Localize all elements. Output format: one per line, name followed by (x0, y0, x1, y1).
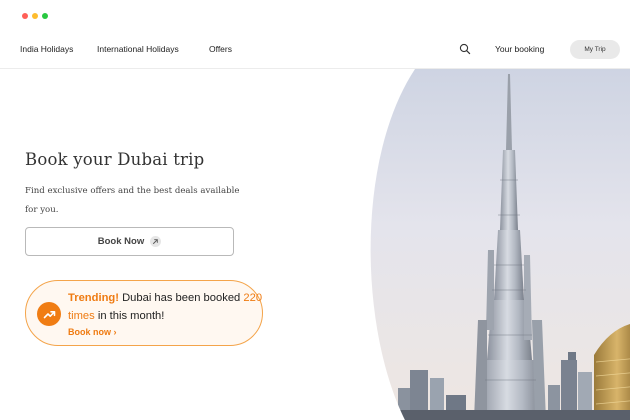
my-trip-button[interactable]: My Trip (570, 40, 620, 59)
hero-subtitle: Find exclusive offers and the best deals… (25, 186, 240, 215)
nav-link-international-holidays[interactable]: International Holidays (97, 44, 179, 54)
trending-message: Trending! Dubai has been booked 220 time… (68, 289, 263, 325)
page-title: Book your Dubai trip (25, 150, 205, 169)
arrow-up-right-icon (150, 236, 162, 247)
window-titlebar (0, 0, 630, 32)
your-booking-link[interactable]: Your booking (495, 44, 544, 54)
window-minimize-button[interactable] (32, 13, 38, 19)
window-maximize-button[interactable] (42, 13, 48, 19)
top-navigation: India Holidays International Holidays Of… (0, 32, 630, 69)
trending-text-after: in this month! (94, 310, 165, 322)
trending-card: Trending! Dubai has been booked 220 time… (25, 280, 263, 346)
search-icon[interactable] (459, 43, 471, 55)
chevron-right-icon: › (113, 327, 117, 337)
book-now-button[interactable]: Book Now (25, 227, 234, 256)
nav-link-india-holidays[interactable]: India Holidays (20, 44, 73, 54)
trending-heading: Trending! (68, 292, 119, 304)
nav-link-offers[interactable]: Offers (209, 44, 232, 54)
trending-text-before: Dubai has been booked (118, 292, 244, 304)
window-close-button[interactable] (22, 13, 28, 19)
trending-book-now-link[interactable]: Book now › (68, 327, 117, 337)
trending-up-icon (37, 302, 61, 326)
book-now-label: Book Now (97, 236, 145, 247)
trending-book-now-label: Book now (68, 327, 111, 337)
